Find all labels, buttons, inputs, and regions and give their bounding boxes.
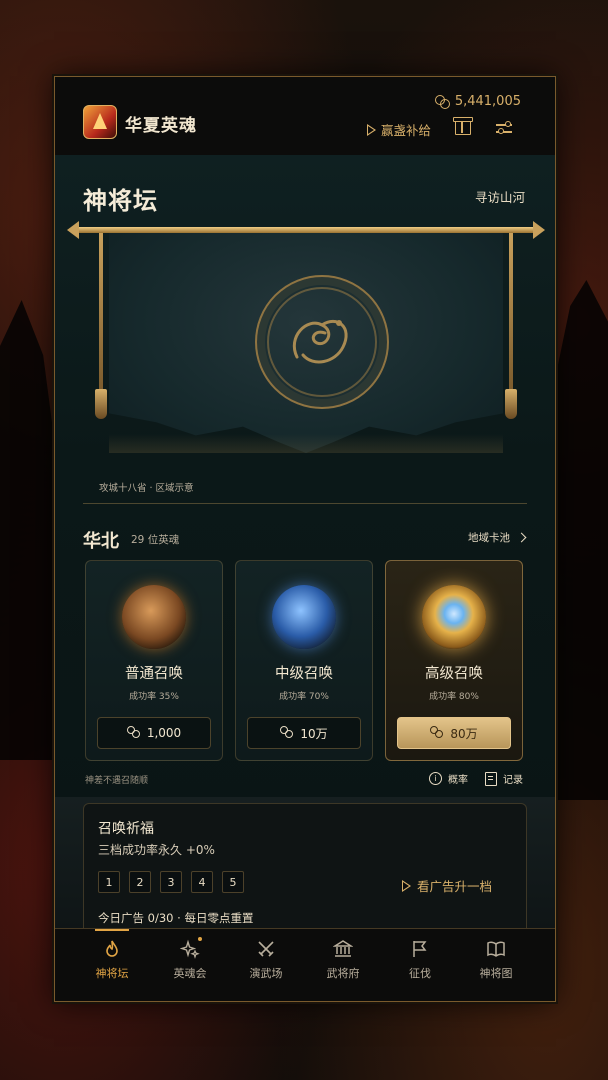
app-logo: [83, 105, 117, 139]
nav-label: 武将府: [326, 967, 360, 980]
nav-label: 英魂会: [173, 967, 207, 980]
coin-balance: 5,441,005: [434, 94, 521, 109]
top-bar: 华夏英魂 5,441,005 赢盏补给: [55, 77, 555, 155]
region-pool-link[interactable]: 地域卡池: [468, 530, 527, 545]
card-title: 普通召唤: [125, 666, 183, 682]
card-title: 中级召唤: [275, 666, 333, 682]
bottom-navigation: 神将坛 英魂会 演武场 武将府 征伐 神将图: [55, 928, 555, 1001]
page-title: 神将坛: [83, 187, 158, 215]
right-mountain: [554, 280, 608, 800]
beast-summon-icon: [122, 585, 186, 649]
main-content: 神将坛 寻访山河 攻城十八省 · 区域示意 华北 29 位英魂 地域卡池 普通召…: [55, 155, 555, 955]
summon-button[interactable]: 1,000: [97, 717, 211, 749]
tassel-cord: [99, 233, 103, 393]
tier-box[interactable]: 3: [160, 871, 182, 893]
region-name: 华北: [83, 531, 119, 552]
divider: [83, 503, 527, 504]
banner-caption: 攻城十八省 · 区域示意: [99, 483, 194, 494]
nav-item-codex[interactable]: 神将图: [461, 939, 531, 981]
nav-label: 征伐: [409, 967, 431, 980]
gift-icon[interactable]: [453, 117, 473, 135]
summon-cost: 10万: [300, 726, 328, 741]
play-icon: [402, 879, 411, 892]
region-pool-label: 地域卡池: [468, 532, 510, 544]
tassel-cord: [509, 233, 513, 393]
probability-link[interactable]: i 概率: [429, 771, 468, 786]
tier-box[interactable]: 1: [98, 871, 120, 893]
blessing-subtitle: 三档成功率永久 +0%: [98, 843, 215, 857]
probability-label: 概率: [448, 775, 468, 786]
summon-button[interactable]: 10万: [247, 717, 361, 749]
watch-ad-button[interactable]: 看广告升一档: [402, 876, 492, 895]
golden-gem-summon-icon: [422, 585, 486, 649]
blue-orb-summon-icon: [272, 585, 336, 649]
nav-label: 神将图: [479, 967, 513, 980]
notification-dot: [198, 937, 202, 941]
summon-card-advanced[interactable]: 高级召唤 成功率 80% 80万: [385, 560, 523, 761]
nav-label: 神将坛: [95, 967, 129, 980]
coin-amount: 5,441,005: [454, 94, 521, 109]
blessing-title: 召唤祈福: [98, 821, 154, 837]
settings-sliders-icon[interactable]: [496, 121, 512, 134]
app-title: 华夏英魂: [125, 116, 197, 136]
flag-icon: [410, 939, 430, 959]
summon-card-normal[interactable]: 普通召唤 成功率 35% 1,000: [85, 560, 223, 761]
banner-trim: [109, 405, 503, 453]
coin-icon: [434, 94, 450, 109]
summon-cost: 1,000: [146, 726, 182, 740]
flame-icon: [102, 939, 122, 959]
nav-item-heroes[interactable]: 英魂会: [155, 937, 225, 981]
tier-box[interactable]: 4: [191, 871, 213, 893]
region-hero-count: 29 位英魂: [131, 534, 180, 546]
record-link[interactable]: 记录: [485, 771, 523, 786]
ad-bonus-button[interactable]: 赢盏补给: [367, 120, 431, 139]
dragon-emblem-icon: [255, 275, 389, 409]
chevron-right-icon: [516, 532, 527, 543]
card-success-rate: 成功率 80%: [429, 692, 479, 702]
tier-selector: 1 2 3 4 5: [98, 871, 244, 893]
daily-ad-note: 今日广告 0/30 · 每日零点重置: [98, 911, 254, 925]
record-label: 记录: [503, 775, 523, 786]
sparkle-icon: [179, 937, 202, 959]
tassel: [505, 389, 517, 419]
ad-bonus-label: 赢盏补给: [381, 123, 432, 138]
book-icon: [486, 939, 506, 959]
coin-icon: [430, 726, 444, 740]
nav-item-mansion[interactable]: 武将府: [308, 939, 378, 981]
nav-item-arena[interactable]: 演武场: [231, 939, 301, 981]
tier-box[interactable]: 5: [222, 871, 244, 893]
play-icon: [367, 123, 376, 136]
crossed-swords-icon: [256, 939, 276, 959]
tier-box[interactable]: 2: [129, 871, 151, 893]
summon-button[interactable]: 80万: [397, 717, 511, 749]
explore-link[interactable]: 寻访山河: [475, 187, 525, 206]
summon-cost: 80万: [450, 726, 478, 741]
coin-icon: [126, 726, 141, 740]
rod-end: [533, 221, 545, 239]
info-icon: i: [429, 772, 442, 785]
dragon-banner: [67, 219, 545, 503]
nav-label: 演武场: [249, 967, 283, 980]
coin-icon: [280, 726, 294, 740]
watch-ad-label: 看广告升一档: [417, 879, 493, 894]
tassel: [95, 389, 107, 419]
nav-item-campaign[interactable]: 征伐: [385, 939, 455, 981]
nav-item-altar[interactable]: 神将坛: [77, 929, 147, 981]
rod-end: [67, 221, 79, 239]
card-title: 高级召唤: [425, 666, 483, 682]
banner-rod: [73, 227, 539, 233]
summon-card-intermediate[interactable]: 中级召唤 成功率 70% 10万: [235, 560, 373, 761]
temple-icon: [332, 939, 354, 959]
card-success-rate: 成功率 35%: [129, 692, 179, 702]
record-icon: [485, 771, 497, 786]
pity-note: 神差不遇召随顺: [85, 776, 149, 786]
card-success-rate: 成功率 70%: [279, 692, 329, 702]
app-frame: 华夏英魂 5,441,005 赢盏补给 神将坛 寻访山河 攻城十八省 · 区域示…: [54, 76, 556, 1002]
